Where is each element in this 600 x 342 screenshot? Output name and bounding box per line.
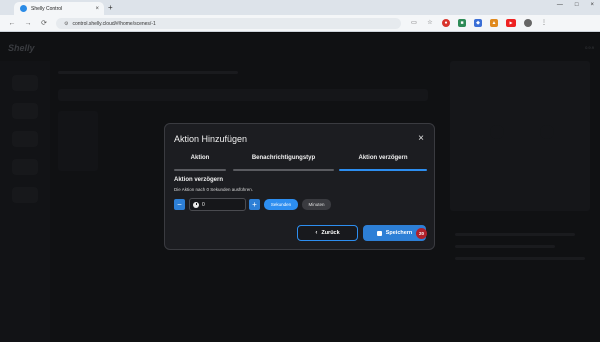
step-progress-bar [339, 169, 427, 171]
step-label: Aktion verzögern [358, 155, 408, 161]
screen-share-icon[interactable]: ▭ [410, 19, 418, 27]
extension-orange-icon[interactable]: ▲ [490, 19, 498, 27]
clock-icon [193, 201, 199, 208]
bookmark-icon[interactable]: ☆ [426, 19, 434, 27]
step-delay-action[interactable]: Aktion verzögern [339, 155, 427, 171]
close-window-button[interactable]: × [590, 2, 594, 8]
modal-overlay: Aktion Hinzufügen × Aktion Benachrichtig… [0, 33, 600, 342]
step-label: Benachrichtigungstyp [251, 155, 316, 161]
site-info-icon[interactable]: ⚙ [64, 21, 68, 27]
step-progress-bar [233, 169, 334, 171]
unit-minutes-button[interactable]: Minuten [302, 199, 331, 210]
window-controls: — □ × [557, 2, 594, 8]
address-url: control.shelly.cloud/#/home/scenes/-1 [72, 20, 156, 27]
save-button-label: Speichern [385, 230, 413, 236]
delay-input[interactable]: 0 [189, 198, 246, 211]
add-action-modal: Aktion Hinzufügen × Aktion Benachrichtig… [164, 123, 435, 250]
section-title: Aktion verzögern [174, 177, 224, 183]
tab-close-icon[interactable]: × [95, 6, 99, 12]
close-icon[interactable]: × [418, 133, 424, 144]
extension-icons: ▭ ☆ ● ■ ◆ ▲ ▶ ⋮ [410, 19, 548, 27]
reload-icon[interactable]: ⟳ [40, 19, 48, 27]
back-button-label: Zurück [321, 230, 340, 236]
save-icon [376, 230, 382, 236]
forward-arrow-icon[interactable]: → [24, 20, 32, 27]
delay-controls: − 0 + Sekunden Minuten [174, 198, 374, 211]
menu-icon[interactable]: ⋮ [540, 19, 548, 27]
stepper: Aktion Benachrichtigungstyp Aktion verzö… [174, 155, 427, 171]
extension-blue-icon[interactable]: ◆ [474, 19, 482, 27]
new-tab-button[interactable]: + [108, 3, 113, 12]
extension-red-icon[interactable]: ● [442, 19, 450, 27]
extension-green-icon[interactable]: ■ [458, 19, 466, 27]
chevron-left-icon: ‹ [315, 230, 318, 236]
delay-value: 0 [202, 201, 205, 208]
section-description: Die Aktion nach 0 Sekunden ausführen. [174, 187, 254, 192]
maximize-button[interactable]: □ [575, 2, 579, 8]
notification-badge: 20 [416, 228, 427, 239]
tab-strip: Shelly Control × + — □ × [0, 0, 600, 15]
increment-button[interactable]: + [249, 199, 260, 210]
profile-avatar[interactable] [524, 19, 532, 27]
browser-tab[interactable]: Shelly Control × [14, 2, 104, 15]
step-label: Aktion [190, 155, 210, 161]
youtube-icon[interactable]: ▶ [506, 19, 516, 27]
shelly-favicon-icon [20, 5, 27, 12]
minimize-button[interactable]: — [557, 2, 563, 8]
step-progress-bar [174, 169, 226, 171]
browser-window: Shelly Control × + — □ × ← → ⟳ ⚙ control… [0, 0, 600, 342]
back-button[interactable]: ‹ Zurück [297, 225, 358, 241]
step-notification-type[interactable]: Benachrichtigungstyp [233, 155, 334, 171]
step-action[interactable]: Aktion [174, 155, 226, 171]
address-bar[interactable]: ⚙ control.shelly.cloud/#/home/scenes/-1 [56, 18, 401, 29]
browser-toolbar: ← → ⟳ ⚙ control.shelly.cloud/#/home/scen… [0, 15, 600, 32]
modal-title: Aktion Hinzufügen [174, 134, 248, 144]
back-arrow-icon[interactable]: ← [8, 20, 16, 27]
decrement-button[interactable]: − [174, 199, 185, 210]
tab-title: Shelly Control [31, 5, 63, 12]
unit-seconds-button[interactable]: Sekunden [264, 199, 298, 210]
